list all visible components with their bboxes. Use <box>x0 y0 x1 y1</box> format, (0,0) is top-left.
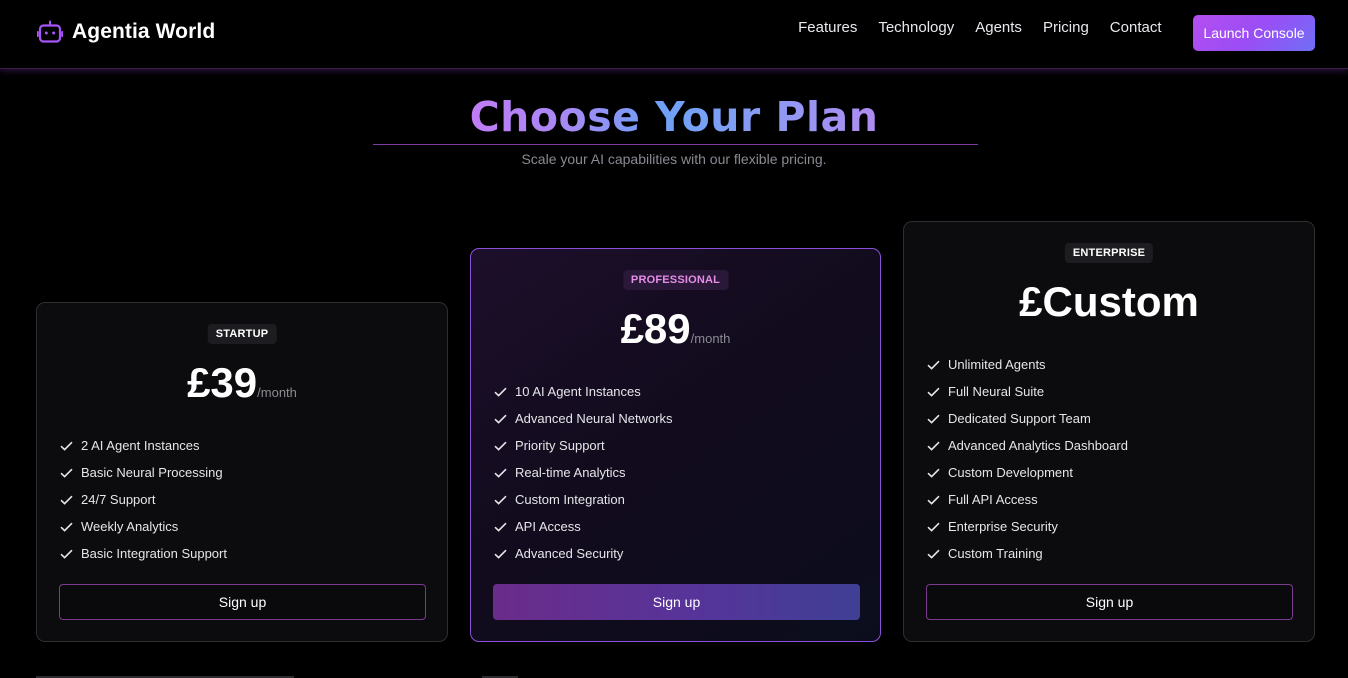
title-divider <box>373 144 978 145</box>
feature-label: Custom Integration <box>515 492 625 507</box>
feature-item: Basic Integration Support <box>60 540 227 567</box>
signup-button-professional[interactable]: Sign up <box>493 584 860 620</box>
check-icon <box>927 360 940 370</box>
nav-link-contact[interactable]: Contact <box>1099 18 1172 38</box>
check-icon <box>927 414 940 424</box>
price-amount: £Custom <box>1019 278 1199 325</box>
check-icon <box>927 495 940 505</box>
feature-item: Basic Neural Processing <box>60 459 227 486</box>
feature-item: 24/7 Support <box>60 486 227 513</box>
feature-list: 10 AI Agent Instances Advanced Neural Ne… <box>494 378 673 567</box>
check-icon <box>60 549 73 559</box>
top-navbar: Agentia World Features Technology Agents… <box>0 0 1348 69</box>
feature-list: Unlimited Agents Full Neural Suite Dedic… <box>927 351 1128 567</box>
plan-price: £89/month <box>471 305 880 353</box>
check-icon <box>494 441 507 451</box>
feature-label: Custom Training <box>948 546 1043 561</box>
page-title: Choose Your Plan <box>0 93 1348 141</box>
price-amount: £39 <box>187 359 258 406</box>
feature-item: Custom Development <box>927 459 1128 486</box>
brand[interactable]: Agentia World <box>37 20 215 44</box>
nav-link-agents[interactable]: Agents <box>965 18 1033 38</box>
feature-item: Custom Integration <box>494 486 673 513</box>
feature-label: Basic Neural Processing <box>81 465 223 480</box>
launch-console-button[interactable]: Launch Console <box>1193 15 1315 51</box>
feature-item: Advanced Analytics Dashboard <box>927 432 1128 459</box>
feature-label: Weekly Analytics <box>81 519 179 534</box>
feature-item: Full API Access <box>927 486 1128 513</box>
plan-price: £39/month <box>37 359 447 407</box>
plan-badge: STARTUP <box>207 324 277 344</box>
feature-label: Unlimited Agents <box>948 357 1046 372</box>
feature-item: Weekly Analytics <box>60 513 227 540</box>
feature-label: Priority Support <box>515 438 605 453</box>
price-period: /month <box>690 331 731 346</box>
check-icon <box>494 414 507 424</box>
feature-label: 24/7 Support <box>81 492 156 507</box>
feature-item: Real-time Analytics <box>494 459 673 486</box>
check-icon <box>60 468 73 478</box>
feature-item: API Access <box>494 513 673 540</box>
page-subtitle: Scale your AI capabilities with our flex… <box>521 151 827 167</box>
check-icon <box>927 549 940 559</box>
feature-label: Advanced Neural Networks <box>515 411 673 426</box>
feature-item: Dedicated Support Team <box>927 405 1128 432</box>
nav-links: Features Technology Agents Pricing Conta… <box>788 18 1172 38</box>
check-icon <box>927 387 940 397</box>
signup-button-enterprise[interactable]: Sign up <box>926 584 1293 620</box>
page-title-text: Choose Your Plan <box>469 93 879 141</box>
check-icon <box>494 468 507 478</box>
feature-label: 2 AI Agent Instances <box>81 438 200 453</box>
feature-item: Unlimited Agents <box>927 351 1128 378</box>
check-icon <box>494 522 507 532</box>
feature-item: Enterprise Security <box>927 513 1128 540</box>
check-icon <box>927 441 940 451</box>
check-icon <box>60 522 73 532</box>
feature-label: Full API Access <box>948 492 1038 507</box>
feature-label: 10 AI Agent Instances <box>515 384 641 399</box>
nav-link-pricing[interactable]: Pricing <box>1032 18 1099 38</box>
feature-label: Dedicated Support Team <box>948 411 1091 426</box>
feature-label: Full Neural Suite <box>948 384 1045 399</box>
feature-label: Advanced Security <box>515 546 624 561</box>
price-period: /month <box>257 385 297 400</box>
check-icon <box>927 522 940 532</box>
plan-badge: ENTERPRISE <box>1064 243 1154 263</box>
feature-label: Basic Integration Support <box>81 546 227 561</box>
check-icon <box>494 549 507 559</box>
plan-card-professional: PROFESSIONAL £89/month 10 AI Agent Insta… <box>470 248 881 642</box>
check-icon <box>494 495 507 505</box>
feature-label: API Access <box>515 519 581 534</box>
plan-price: £Custom <box>904 278 1314 326</box>
plan-badge: PROFESSIONAL <box>622 270 729 290</box>
feature-label: Enterprise Security <box>948 519 1058 534</box>
brand-name: Agentia World <box>72 20 216 43</box>
check-icon <box>60 441 73 451</box>
feature-item: Custom Training <box>927 540 1128 567</box>
price-amount: £89 <box>620 305 691 352</box>
feature-label: Custom Development <box>948 465 1073 480</box>
feature-item: Full Neural Suite <box>927 378 1128 405</box>
feature-item: 10 AI Agent Instances <box>494 378 673 405</box>
feature-item: 2 AI Agent Instances <box>60 432 227 459</box>
feature-label: Real-time Analytics <box>515 465 626 480</box>
signup-button-startup[interactable]: Sign up <box>59 584 426 620</box>
feature-item: Advanced Neural Networks <box>494 405 673 432</box>
feature-label: Advanced Analytics Dashboard <box>948 438 1128 453</box>
feature-list: 2 AI Agent Instances Basic Neural Proces… <box>60 432 227 567</box>
robot-icon <box>37 20 63 44</box>
nav-link-technology[interactable]: Technology <box>868 18 965 38</box>
plan-card-enterprise: ENTERPRISE £Custom Unlimited Agents Full… <box>903 221 1315 642</box>
feature-item: Advanced Security <box>494 540 673 567</box>
check-icon <box>927 468 940 478</box>
check-icon <box>494 387 507 397</box>
nav-link-features[interactable]: Features <box>788 18 868 38</box>
plan-card-startup: STARTUP £39/month 2 AI Agent Instances B… <box>36 302 448 642</box>
check-icon <box>60 495 73 505</box>
feature-item: Priority Support <box>494 432 673 459</box>
